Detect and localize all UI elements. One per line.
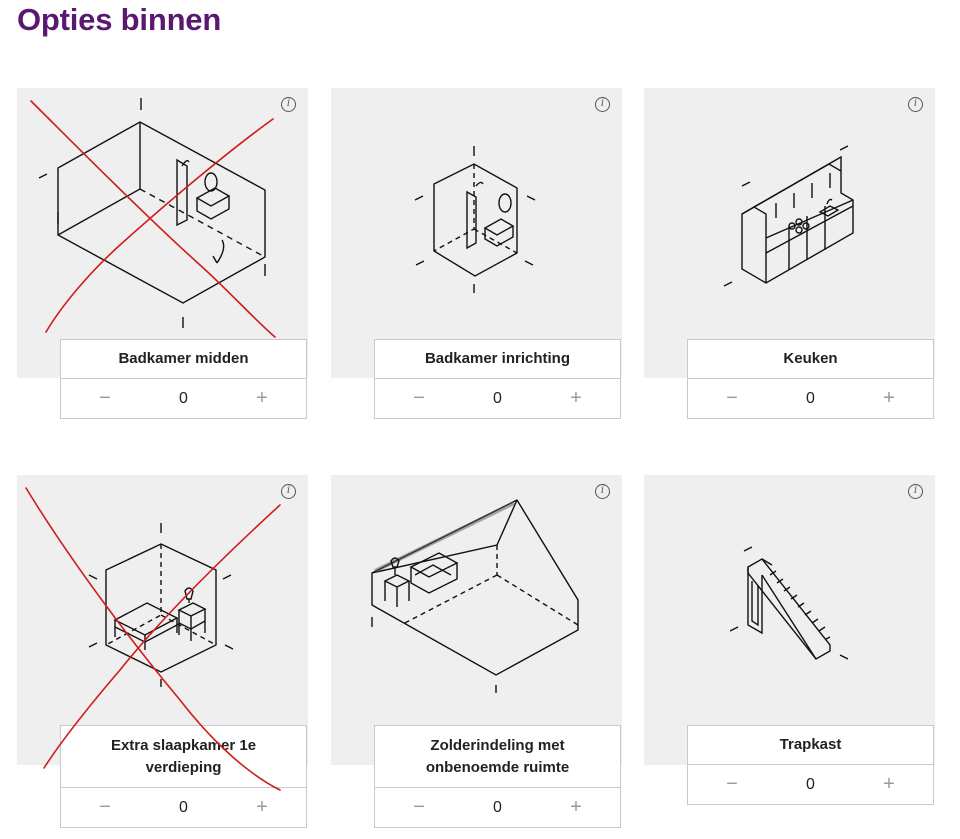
option-tile[interactable]: i bbox=[331, 475, 622, 765]
increase-button[interactable]: + bbox=[566, 387, 586, 410]
info-icon[interactable]: i bbox=[908, 484, 923, 499]
quantity-stepper: − 0 + bbox=[375, 788, 620, 827]
quantity-stepper: − 0 + bbox=[61, 379, 306, 418]
decrease-button[interactable]: − bbox=[95, 387, 115, 410]
decrease-button[interactable]: − bbox=[722, 773, 742, 796]
kitchen-illustration bbox=[723, 145, 854, 287]
info-icon[interactable]: i bbox=[281, 484, 296, 499]
info-icon[interactable]: i bbox=[595, 484, 610, 499]
increase-button[interactable]: + bbox=[252, 796, 272, 819]
quantity-stepper: − 0 + bbox=[688, 765, 933, 804]
quantity-value: 0 bbox=[493, 798, 502, 816]
option-label: Extra slaapkamer 1e verdieping bbox=[61, 726, 306, 788]
option-panel: Trapkast − 0 + bbox=[687, 725, 934, 805]
info-icon[interactable]: i bbox=[595, 97, 610, 112]
option-label: Zolderindeling met onbenoemde ruimte bbox=[375, 726, 620, 788]
option-tile[interactable]: i bbox=[644, 88, 935, 378]
quantity-value: 0 bbox=[493, 389, 502, 407]
option-panel: Extra slaapkamer 1e verdieping − 0 + bbox=[60, 725, 307, 828]
quantity-stepper: − 0 + bbox=[375, 379, 620, 418]
info-icon[interactable]: i bbox=[281, 97, 296, 112]
option-panel: Badkamer inrichting − 0 + bbox=[374, 339, 621, 419]
decrease-button[interactable]: − bbox=[95, 796, 115, 819]
staircase-illustration bbox=[729, 546, 849, 660]
quantity-stepper: − 0 + bbox=[688, 379, 933, 418]
option-label: Trapkast bbox=[688, 726, 933, 765]
decrease-button[interactable]: − bbox=[409, 387, 429, 410]
bathroom-fixtures-illustration bbox=[414, 146, 536, 293]
increase-button[interactable]: + bbox=[879, 387, 899, 410]
quantity-value: 0 bbox=[806, 775, 815, 793]
attic-illustration bbox=[371, 499, 579, 693]
option-panel: Zolderindeling met onbenoemde ruimte − 0… bbox=[374, 725, 621, 828]
quantity-value: 0 bbox=[179, 389, 188, 407]
quantity-stepper: − 0 + bbox=[61, 788, 306, 827]
info-icon[interactable]: i bbox=[908, 97, 923, 112]
option-label: Badkamer midden bbox=[61, 340, 306, 379]
quantity-value: 0 bbox=[806, 389, 815, 407]
option-tile[interactable]: i bbox=[644, 475, 935, 765]
decrease-button[interactable]: − bbox=[722, 387, 742, 410]
option-panel: Keuken − 0 + bbox=[687, 339, 934, 419]
increase-button[interactable]: + bbox=[252, 387, 272, 410]
option-tile[interactable]: i bbox=[331, 88, 622, 378]
page-title: Opties binnen bbox=[17, 2, 222, 37]
bedroom-illustration bbox=[88, 523, 234, 687]
option-label: Badkamer inrichting bbox=[375, 340, 620, 379]
increase-button[interactable]: + bbox=[566, 796, 586, 819]
option-panel: Badkamer midden − 0 + bbox=[60, 339, 307, 419]
option-tile[interactable]: i bbox=[17, 475, 308, 765]
increase-button[interactable]: + bbox=[879, 773, 899, 796]
quantity-value: 0 bbox=[179, 798, 188, 816]
option-label: Keuken bbox=[688, 340, 933, 379]
decrease-button[interactable]: − bbox=[409, 796, 429, 819]
option-tile[interactable]: i bbox=[17, 88, 308, 378]
bathroom-room-illustration bbox=[38, 98, 266, 328]
